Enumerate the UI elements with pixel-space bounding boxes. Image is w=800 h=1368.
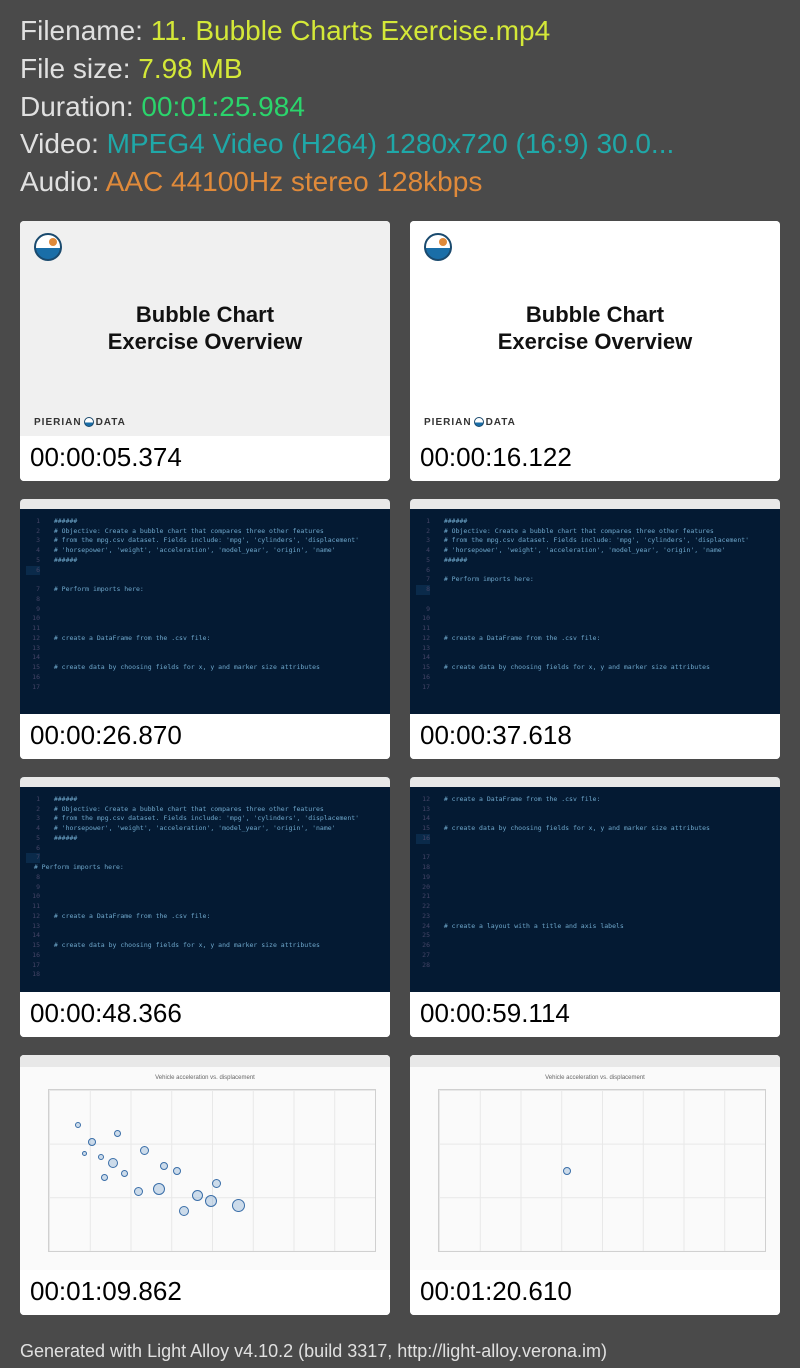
info-panel: Filename: 11. Bubble Charts Exercise.mp4…: [0, 0, 800, 1327]
code-block: 1 ###### 2 # Objective: Create a bubble …: [26, 517, 384, 693]
timestamp: 00:00:16.122: [410, 436, 780, 481]
thumbnail-card[interactable]: Vehicle acceleration vs. displacement 00…: [410, 1055, 780, 1315]
timestamp: 00:00:59.114: [410, 992, 780, 1037]
timestamp: 00:00:05.374: [20, 436, 390, 481]
code-thumbnail: 1 ###### 2 # Objective: Create a bubble …: [20, 777, 390, 992]
slide-title-line: Exercise Overview: [498, 329, 692, 354]
code-thumbnail: 1 ###### 2 # Objective: Create a bubble …: [410, 499, 780, 714]
timestamp: 00:01:09.862: [20, 1270, 390, 1315]
wave-logo-icon: [34, 233, 62, 261]
meta-video: Video: MPEG4 Video (H264) 1280x720 (16:9…: [20, 125, 780, 163]
slide-footer: PIERIAN DATA: [424, 417, 516, 428]
code-block: 1 ###### 2 # Objective: Create a bubble …: [26, 795, 384, 980]
slide-footer: PIERIAN DATA: [34, 417, 126, 428]
code-thumbnail: 1 ###### 2 # Objective: Create a bubble …: [20, 499, 390, 714]
slide-title: Bubble Chart Exercise Overview: [108, 301, 302, 356]
plot-title: Vehicle acceleration vs. displacement: [20, 1075, 390, 1081]
timestamp: 00:00:48.366: [20, 992, 390, 1037]
generator-footer: Generated with Light Alloy v4.10.2 (buil…: [20, 1341, 607, 1362]
filename-label: Filename:: [20, 15, 151, 46]
slide-title-line: Bubble Chart: [136, 302, 274, 327]
slide-title: Bubble Chart Exercise Overview: [498, 301, 692, 356]
plot-area: [48, 1089, 376, 1252]
timestamp: 00:01:20.610: [410, 1270, 780, 1315]
footer-logo-icon: [84, 417, 94, 427]
slide-thumbnail: Bubble Chart Exercise Overview PIERIAN DA…: [20, 221, 390, 436]
code-block: 12 # create a DataFrame from the .csv fi…: [416, 795, 774, 971]
filesize-value: 7.98 MB: [138, 53, 242, 84]
timestamp: 00:00:37.618: [410, 714, 780, 759]
filesize-label: File size:: [20, 53, 138, 84]
meta-duration: Duration: 00:01:25.984: [20, 88, 780, 126]
code-block: 1 ###### 2 # Objective: Create a bubble …: [416, 517, 774, 693]
file-metadata: Filename: 11. Bubble Charts Exercise.mp4…: [20, 12, 780, 201]
audio-value: AAC 44100Hz stereo 128kbps: [106, 166, 483, 197]
filename-value: 11. Bubble Charts Exercise.mp4: [151, 15, 550, 46]
thumbnail-grid: Bubble Chart Exercise Overview PIERIAN DA…: [20, 221, 780, 1315]
thumbnail-card[interactable]: Vehicle acceleration vs. displacement: [20, 1055, 390, 1315]
footer-logo-icon: [474, 417, 484, 427]
thumbnail-card[interactable]: 1 ###### 2 # Objective: Create a bubble …: [20, 499, 390, 759]
audio-label: Audio:: [20, 166, 106, 197]
chart-thumbnail: Vehicle acceleration vs. displacement: [20, 1055, 390, 1270]
thumbnail-card[interactable]: 1 ###### 2 # Objective: Create a bubble …: [410, 499, 780, 759]
footer-text: PIERIAN: [34, 417, 82, 428]
slide-title-line: Exercise Overview: [108, 329, 302, 354]
wave-logo-icon: [424, 233, 452, 261]
thumbnail-card[interactable]: 1 ###### 2 # Objective: Create a bubble …: [20, 777, 390, 1037]
plot-area: [438, 1089, 766, 1252]
slide-thumbnail: Bubble Chart Exercise Overview PIERIAN DA…: [410, 221, 780, 436]
slide-title-line: Bubble Chart: [526, 302, 664, 327]
footer-text: PIERIAN: [424, 417, 472, 428]
footer-text: DATA: [96, 417, 126, 428]
timestamp: 00:00:26.870: [20, 714, 390, 759]
duration-value: 00:01:25.984: [141, 91, 305, 122]
thumbnail-card[interactable]: Bubble Chart Exercise Overview PIERIAN DA…: [410, 221, 780, 481]
video-value: MPEG4 Video (H264) 1280x720 (16:9) 30.0.…: [107, 128, 675, 159]
duration-label: Duration:: [20, 91, 141, 122]
code-thumbnail: 12 # create a DataFrame from the .csv fi…: [410, 777, 780, 992]
chart-thumbnail: Vehicle acceleration vs. displacement: [410, 1055, 780, 1270]
meta-audio: Audio: AAC 44100Hz stereo 128kbps: [20, 163, 780, 201]
meta-filename: Filename: 11. Bubble Charts Exercise.mp4: [20, 12, 780, 50]
thumbnail-card[interactable]: Bubble Chart Exercise Overview PIERIAN DA…: [20, 221, 390, 481]
plot-title: Vehicle acceleration vs. displacement: [410, 1075, 780, 1081]
footer-text: DATA: [486, 417, 516, 428]
thumbnail-card[interactable]: 12 # create a DataFrame from the .csv fi…: [410, 777, 780, 1037]
meta-filesize: File size: 7.98 MB: [20, 50, 780, 88]
video-label: Video:: [20, 128, 107, 159]
